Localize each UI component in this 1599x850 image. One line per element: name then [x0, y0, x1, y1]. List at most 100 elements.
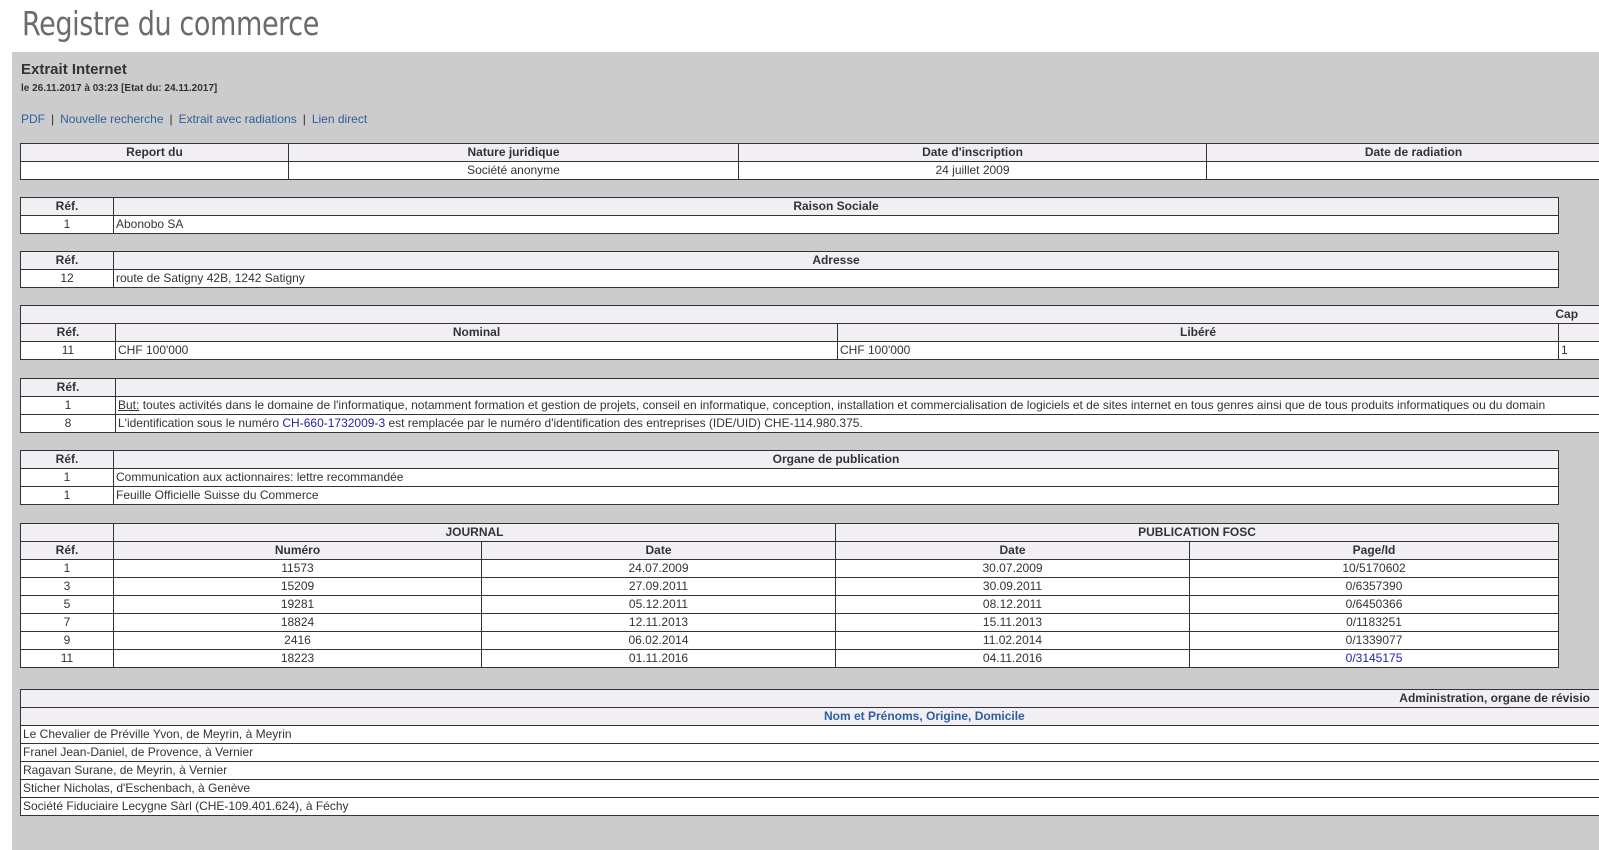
fosc-date-cell: 11.02.2014 — [835, 631, 1191, 650]
extract-title: Extrait Internet — [21, 61, 127, 78]
ref-cell: 11 — [20, 649, 114, 668]
ref-header: Réf. — [20, 197, 114, 216]
numero-header: Numéro — [113, 541, 482, 560]
nature-juridique-value: Société anonyme — [288, 161, 739, 180]
link-separator: | — [169, 112, 173, 126]
extract-date: le 26.11.2017 à 03:23 [Etat du: 24.11.20… — [21, 83, 218, 94]
but-header — [115, 378, 1599, 397]
administration-person: Société Fiduciaire Lecygne Sàrl (CHE-109… — [20, 797, 1599, 816]
numero-cell: 15209 — [113, 577, 482, 596]
date-inscription-value: 24 juillet 2009 — [738, 161, 1207, 180]
raison-sociale-header: Raison Sociale — [113, 197, 1559, 216]
ref-cell: 1 — [20, 559, 114, 578]
adresse-header: Adresse — [113, 251, 1559, 270]
ref-cell: 7 — [20, 613, 114, 632]
fosc-group-header: PUBLICATION FOSC — [835, 523, 1560, 542]
fosc-publication-link[interactable]: 0/3145175 — [1346, 651, 1403, 665]
new-search-link[interactable]: Nouvelle recherche — [60, 112, 163, 126]
table-row: 11 18223 01.11.2016 04.11.2016 0/3145175 — [20, 649, 1560, 668]
journal-date-cell: 24.07.2009 — [480, 559, 837, 578]
link-separator: | — [302, 112, 306, 126]
administration-person: Franel Jean-Daniel, de Provence, à Verni… — [20, 743, 1599, 762]
identification-text-after: est remplacée par le numéro d'identifica… — [385, 416, 863, 430]
ref-cell: 9 — [20, 631, 114, 650]
table-row: Société Fiduciaire Lecygne Sàrl (CHE-109… — [20, 797, 1599, 816]
report-du-header: Report du — [20, 143, 289, 162]
administration-table: Administration, organe de révisio Nom et… — [20, 689, 1599, 816]
ref-cell: 3 — [20, 577, 114, 596]
table-row: 7 18824 12.11.2013 15.11.2013 0/1183251 — [20, 613, 1560, 632]
journal-empty-header — [20, 523, 114, 542]
journal-group-header: JOURNAL — [112, 523, 837, 542]
adresse-table: Réf. Adresse 12 route de Satigny 42B, 12… — [20, 251, 1559, 288]
table-row: 9 2416 06.02.2014 11.02.2014 0/1339077 — [20, 631, 1560, 650]
ref-cell: 1 — [20, 486, 114, 505]
page-id-cell: 0/1183251 — [1189, 613, 1560, 632]
capital-extra-header — [1557, 323, 1599, 342]
table-row: 1 Feuille Officielle Suisse du Commerce — [20, 486, 1559, 505]
nominal-value: CHF 100'000 — [115, 341, 838, 360]
report-du-value — [20, 161, 289, 180]
fosc-date-header: Date — [835, 541, 1191, 560]
direct-link[interactable]: Lien direct — [312, 112, 367, 126]
ref-header: Réf. — [20, 378, 116, 397]
numero-cell: 18223 — [113, 649, 482, 668]
raison-sociale-value: Abonobo SA — [113, 215, 1559, 234]
page-id-cell: 10/5170602 — [1189, 559, 1560, 578]
numero-cell: 19281 — [113, 595, 482, 614]
journal-date-header: Date — [480, 541, 837, 560]
capital-header: Cap — [19, 305, 1599, 324]
ref-cell: 11 — [20, 341, 116, 360]
page-id-cell: 0/6450366 — [1189, 595, 1560, 614]
link-separator: | — [51, 112, 55, 126]
ref-header: Réf. — [20, 541, 114, 560]
administration-person: Ragavan Surane, de Meyrin, à Vernier — [20, 761, 1599, 780]
journal-date-cell: 12.11.2013 — [480, 613, 837, 632]
table-row: Le Chevalier de Préville Yvon, de Meyrin… — [20, 725, 1599, 744]
ref-cell: 1 — [20, 468, 114, 487]
date-radiation-value — [1206, 161, 1599, 180]
raison-sociale-table: Réf. Raison Sociale 1 Abonobo SA — [20, 197, 1559, 234]
ref-header: Réf. — [20, 251, 114, 270]
pdf-link[interactable]: PDF — [21, 112, 45, 126]
capital-extra-value: 1 — [1557, 341, 1599, 360]
numero-cell: 2416 — [113, 631, 482, 650]
but-text: But: toutes activités dans le domaine de… — [115, 396, 1599, 415]
summary-table: Report du Nature juridique Date d'inscri… — [20, 143, 1599, 180]
table-row: Ragavan Surane, de Meyrin, à Vernier — [20, 761, 1599, 780]
ref-cell: 12 — [20, 269, 114, 288]
extract-with-radiations-link[interactable]: Extrait avec radiations — [179, 112, 297, 126]
table-row: Franel Jean-Daniel, de Provence, à Verni… — [20, 743, 1599, 762]
nominal-header: Nominal — [115, 323, 838, 342]
administration-header: Administration, organe de révisio — [20, 689, 1599, 708]
fosc-date-cell: 08.12.2011 — [835, 595, 1191, 614]
table-row: 1 Abonobo SA — [20, 215, 1559, 234]
page-id-cell: 0/3145175 — [1189, 649, 1560, 668]
table-row: 1 But: toutes activités dans le domaine … — [20, 396, 1599, 415]
ref-cell: 1 — [20, 215, 114, 234]
but-label: But: — [118, 398, 140, 412]
page-id-cell: 0/6357390 — [1189, 577, 1560, 596]
ref-header: Réf. — [20, 450, 114, 469]
identification-text-before: L'identification sous le numéro — [118, 416, 283, 430]
page-title: Registre du commerce — [22, 4, 320, 43]
capital-table: Cap Réf. Nominal Libéré 11 CHF 100'000 C… — [19, 305, 1599, 360]
ref-cell: 8 — [20, 414, 116, 433]
but-table: Réf. 1 But: toutes activités dans le dom… — [20, 378, 1599, 433]
table-row: 1 11573 24.07.2009 30.07.2009 10/5170602 — [20, 559, 1560, 578]
journal-date-cell: 27.09.2011 — [480, 577, 837, 596]
old-identification-link[interactable]: CH-660-1732009-3 — [282, 416, 385, 430]
identification-text: L'identification sous le numéro CH-660-1… — [115, 414, 1599, 433]
fosc-date-cell: 15.11.2013 — [835, 613, 1191, 632]
fosc-date-cell: 04.11.2016 — [835, 649, 1191, 668]
table-row: 5 19281 05.12.2011 08.12.2011 0/6450366 — [20, 595, 1560, 614]
table-row: 12 route de Satigny 42B, 1242 Satigny — [20, 269, 1559, 288]
page-id-header: Page/Id — [1189, 541, 1560, 560]
extract-panel: Extrait Internet le 26.11.2017 à 03:23 [… — [12, 52, 1599, 850]
journal-table: JOURNAL PUBLICATION FOSC Réf. Numéro Dat… — [20, 523, 1560, 668]
journal-date-cell: 06.02.2014 — [480, 631, 837, 650]
date-radiation-header: Date de radiation — [1206, 143, 1599, 162]
administration-person: Sticher Nicholas, d'Eschenbach, à Genève — [20, 779, 1599, 798]
journal-date-cell: 01.11.2016 — [480, 649, 837, 668]
fosc-date-cell: 30.07.2009 — [835, 559, 1191, 578]
